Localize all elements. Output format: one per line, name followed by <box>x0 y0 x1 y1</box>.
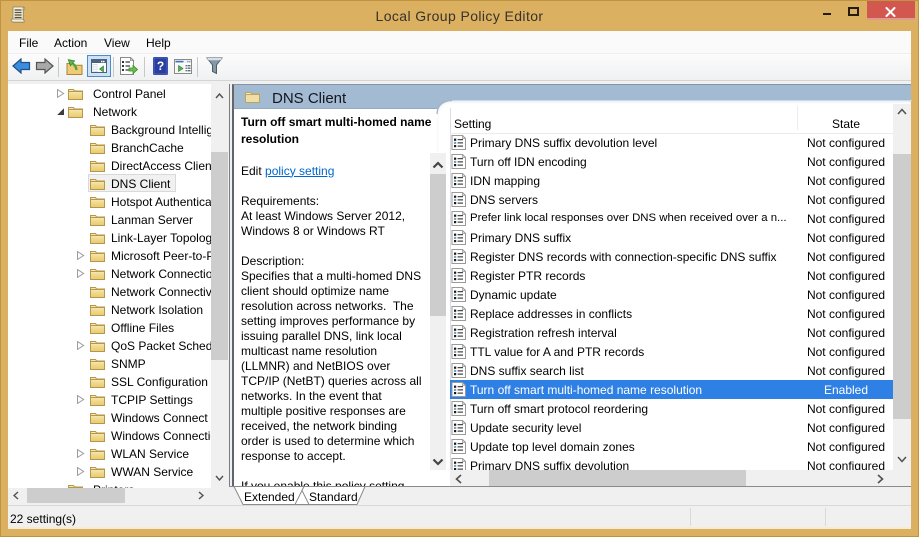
svg-text:?: ? <box>157 59 164 73</box>
